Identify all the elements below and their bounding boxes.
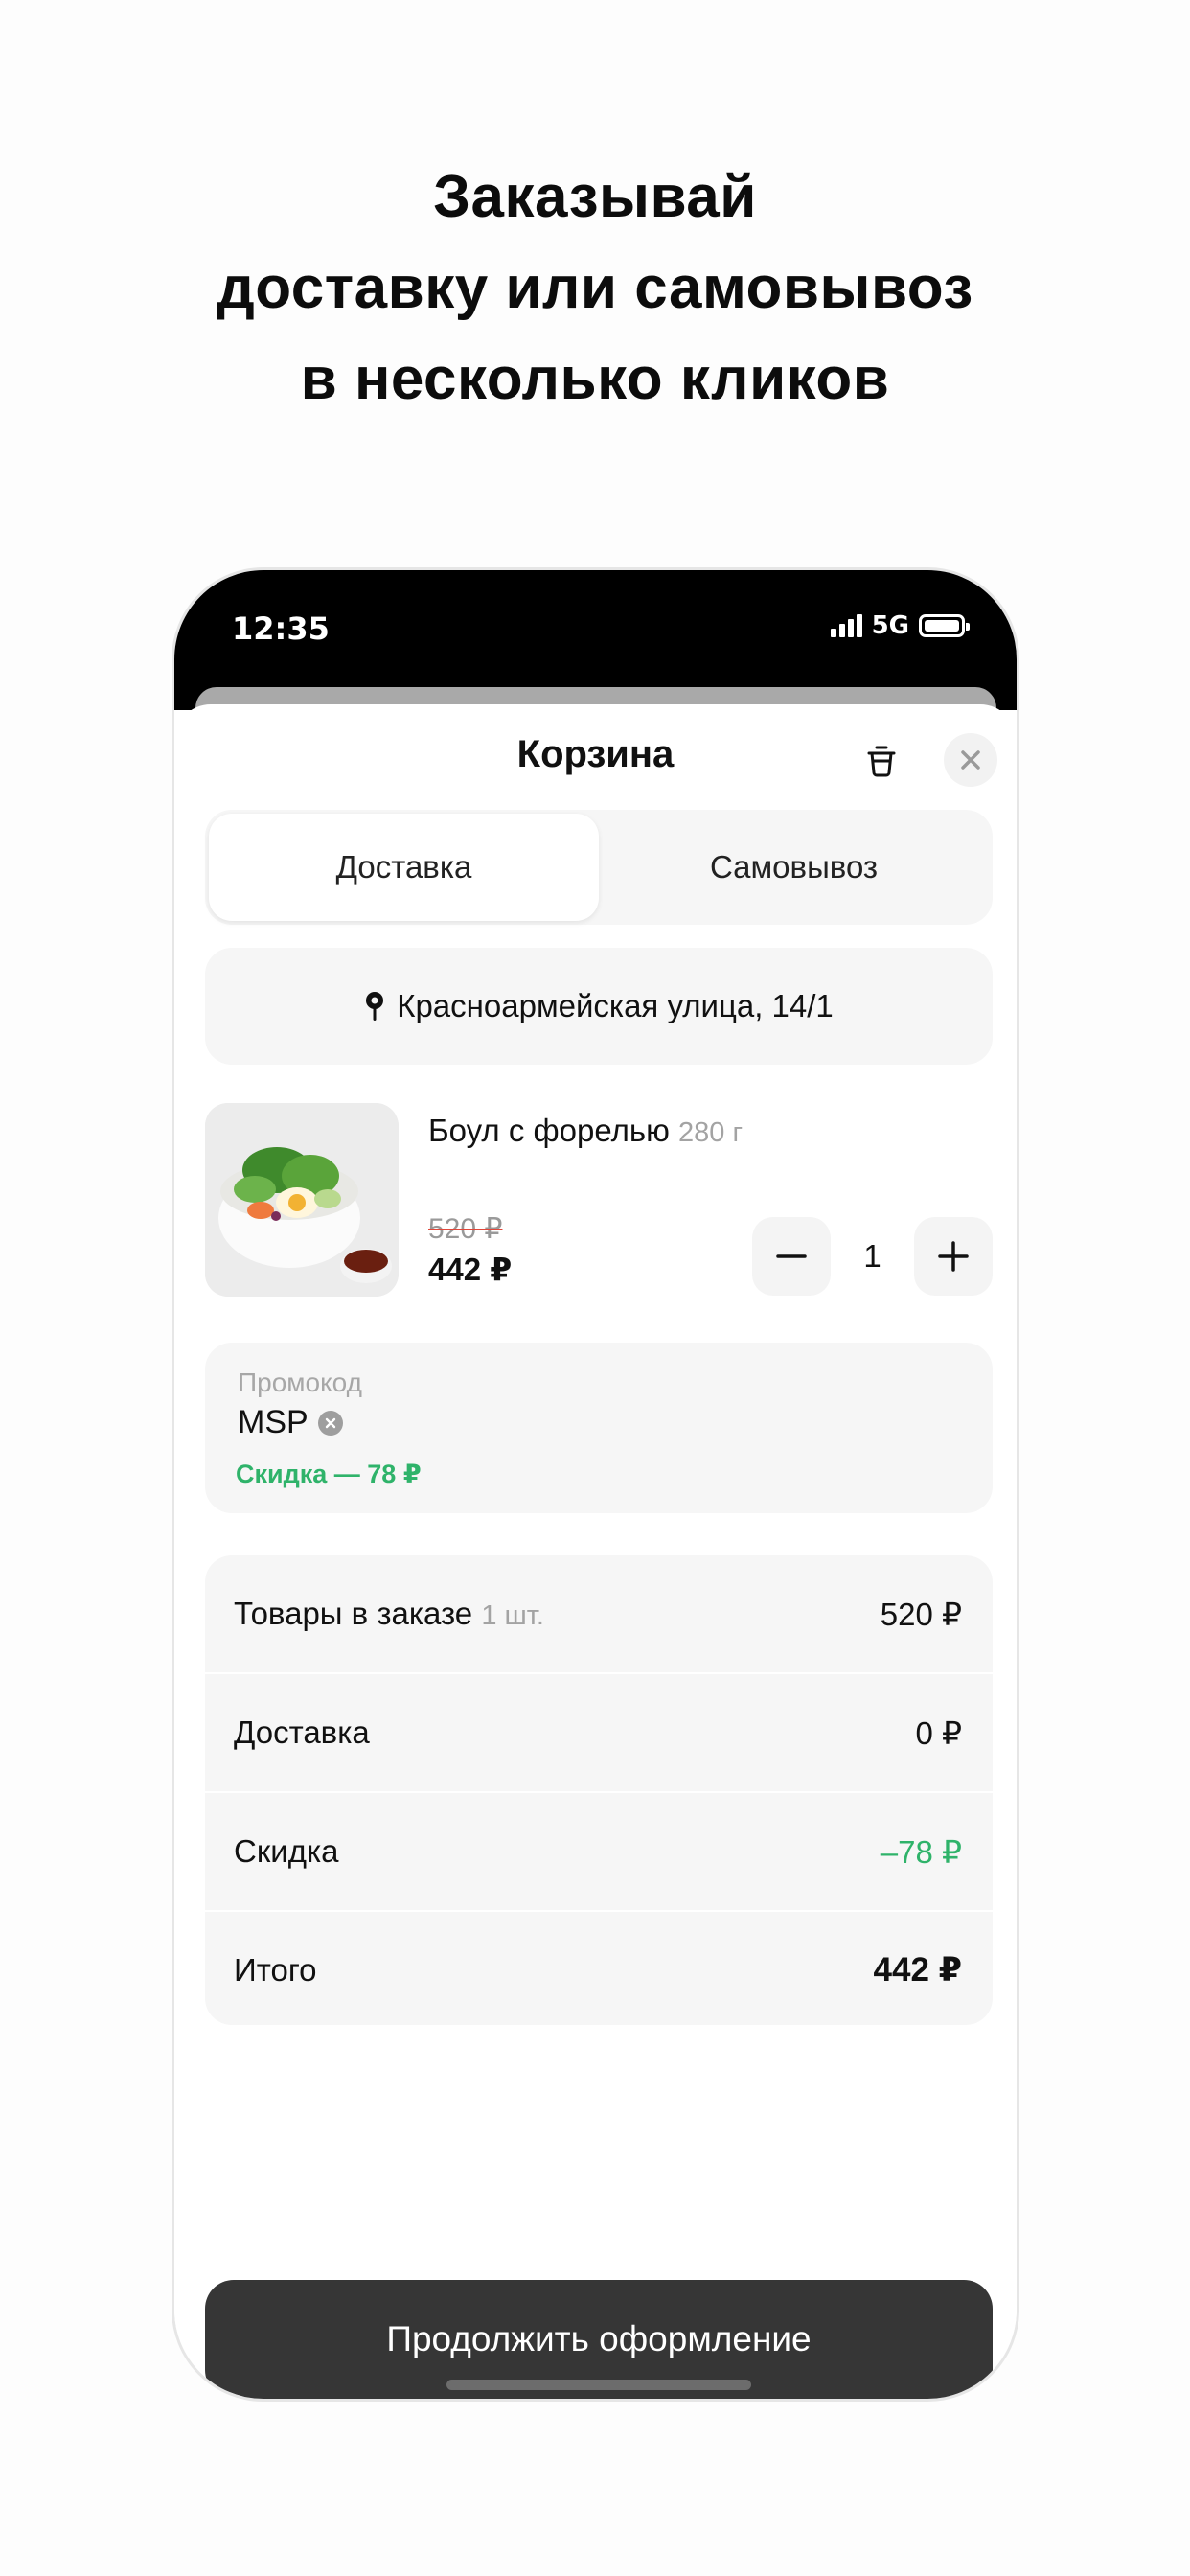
promo-code-text: MSP xyxy=(238,1404,309,1440)
plus-icon xyxy=(938,1241,969,1272)
summary-total-value: 442 ₽ xyxy=(873,1951,962,1989)
headline-line-3: в несколько кликов xyxy=(300,346,890,412)
minus-icon xyxy=(776,1254,807,1258)
product-image xyxy=(205,1103,399,1297)
clear-icon xyxy=(325,1417,335,1428)
network-type: 5G xyxy=(871,611,909,640)
headline-line-2: доставку или самовывоз xyxy=(217,255,973,321)
quantity-value: 1 xyxy=(863,1238,881,1274)
summary-row-discount: Скидка –78 ₽ xyxy=(205,1793,993,1910)
summary-delivery-label: Доставка xyxy=(234,1714,370,1750)
product-title: Боул с форелью xyxy=(428,1113,670,1148)
product-name: Боул с форелью 280 г xyxy=(428,1113,743,1149)
phone-frame: 12:35 5G Корзина Доставка Самовывоз Крас… xyxy=(172,567,1019,2402)
location-pin-icon xyxy=(366,992,384,1021)
order-summary: Товары в заказе 1 шт. 520 ₽ Доставка 0 ₽… xyxy=(205,1555,993,2025)
headline: Заказывай доставку или самовывоз в неско… xyxy=(0,151,1190,425)
items-count: 1 шт. xyxy=(481,1600,544,1631)
product-weight: 280 г xyxy=(678,1117,744,1148)
increase-quantity-button[interactable] xyxy=(914,1217,993,1296)
delivery-mode-tabs: Доставка Самовывоз xyxy=(205,810,993,925)
address-text: Красноармейская улица, 14/1 xyxy=(397,988,834,1024)
items-label-text: Товары в заказе xyxy=(234,1596,473,1631)
signal-icon xyxy=(830,614,862,637)
headline-line-1: Заказывай xyxy=(433,164,757,230)
promo-label: Промокод xyxy=(238,1368,362,1397)
summary-delivery-value: 0 ₽ xyxy=(915,1714,962,1751)
trash-icon xyxy=(867,746,896,777)
summary-row-delivery: Доставка 0 ₽ xyxy=(205,1674,993,1791)
promo-discount: Скидка — 78 ₽ xyxy=(236,1460,422,1488)
summary-items-label: Товары в заказе 1 шт. xyxy=(234,1596,544,1632)
old-price: 520 ₽ xyxy=(428,1213,503,1245)
summary-discount-label: Скидка xyxy=(234,1833,339,1869)
status-indicators: 5G xyxy=(830,609,970,643)
summary-discount-value: –78 ₽ xyxy=(880,1833,962,1870)
summary-row-total: Итого 442 ₽ xyxy=(205,1912,993,2025)
clear-cart-button[interactable] xyxy=(857,735,906,785)
promo-value: MSP xyxy=(238,1404,343,1441)
address-selector[interactable]: Красноармейская улица, 14/1 xyxy=(205,948,993,1065)
home-indicator xyxy=(446,2380,751,2390)
summary-items-value: 520 ₽ xyxy=(880,1596,962,1632)
tab-delivery[interactable]: Доставка xyxy=(209,814,599,921)
close-button[interactable] xyxy=(944,733,997,787)
status-time: 12:35 xyxy=(232,610,330,647)
summary-row-items: Товары в заказе 1 шт. 520 ₽ xyxy=(205,1555,993,1672)
cart-sheet: Корзина Доставка Самовывоз Красноармейск… xyxy=(174,704,1017,2399)
new-price: 442 ₽ xyxy=(428,1252,513,1287)
decrease-quantity-button[interactable] xyxy=(752,1217,831,1296)
tab-pickup[interactable]: Самовывоз xyxy=(599,814,989,921)
summary-total-label: Итого xyxy=(234,1952,317,1988)
promo-code-field[interactable]: Промокод MSP Скидка — 78 ₽ xyxy=(205,1343,993,1513)
close-icon xyxy=(961,750,980,770)
clear-promo-button[interactable] xyxy=(317,1410,343,1436)
battery-icon xyxy=(919,614,970,637)
